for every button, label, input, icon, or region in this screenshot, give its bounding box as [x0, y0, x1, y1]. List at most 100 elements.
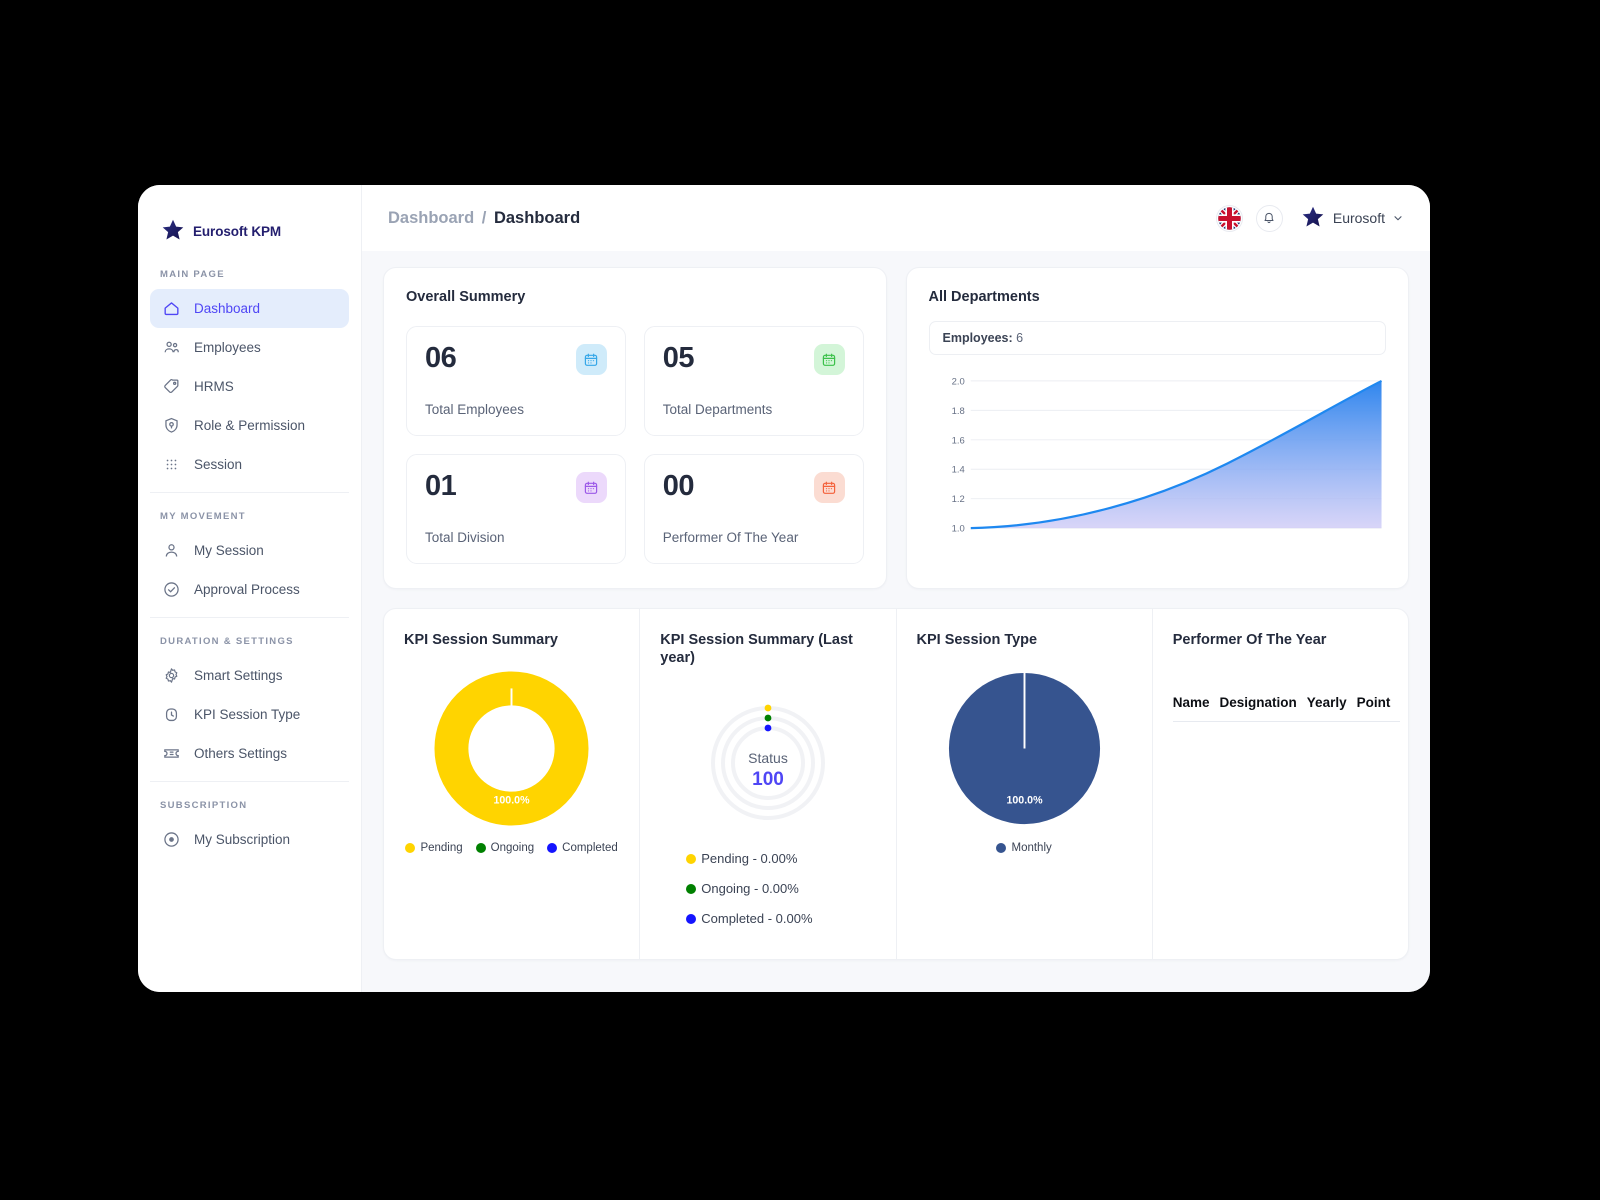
- topbar: Dashboard / Dashboard Eurosoft: [362, 185, 1430, 251]
- all-departments-card: All Departments Employees: 6 2.0 1.8 1.6…: [905, 267, 1409, 589]
- kpi-session-summary-last-year-title: KPI Session Summary (Last year): [660, 632, 853, 667]
- grid-dots-icon: [166, 459, 177, 470]
- stat-card-total-departments[interactable]: 05 Total Departments: [643, 326, 864, 436]
- users-icon: [164, 341, 179, 353]
- legend-item: Completed: [547, 842, 618, 854]
- sidebar-item-session[interactable]: Session: [150, 445, 349, 484]
- stat-value: 00: [662, 470, 695, 502]
- user-icon: [165, 544, 178, 557]
- radial-dot-completed: [764, 724, 772, 732]
- legend-item: Ongoing - 0.00%: [686, 881, 875, 896]
- sidebar-item-my-subscription[interactable]: My Subscription: [150, 820, 349, 859]
- kpi-session-summary-last-year-panel: KPI Session Summary (Last year) Status 1…: [640, 609, 897, 959]
- sidebar-item-employees[interactable]: Employees: [150, 328, 349, 367]
- stat-grid: 06 Total Employees 05 Total Departments …: [406, 326, 864, 564]
- coin-icon: [164, 832, 179, 847]
- sidebar-item-smart-settings[interactable]: Smart Settings: [150, 656, 349, 695]
- all-departments-title: All Departments: [928, 289, 1040, 305]
- chevron-down-icon: [1394, 216, 1402, 221]
- kpi-last-year-radial-chart: Status 100: [660, 683, 875, 833]
- sidebar-section-main-page: MAIN PAGE: [160, 269, 225, 280]
- svg-text:1.4: 1.4: [951, 465, 964, 476]
- svg-text:1.0: 1.0: [951, 524, 964, 535]
- clock-icon: [165, 708, 178, 722]
- summary-row: Overall Summery 06 Total Employees 05 To…: [383, 267, 1409, 589]
- sidebar-section-my-movement: MY MOVEMENT: [160, 511, 246, 522]
- breadcrumb-separator: /: [481, 208, 487, 227]
- shield-check-icon: [165, 417, 178, 433]
- sidebar-section-subscription: SUBSCRIPTION: [160, 800, 248, 811]
- sidebar-item-hrms[interactable]: HRMS: [150, 367, 349, 406]
- calendar-icon: [813, 344, 845, 375]
- calendar-icon: [575, 344, 607, 375]
- breadcrumb: Dashboard / Dashboard: [388, 209, 580, 228]
- sidebar-section-duration-settings: DURATION & SETTINGS: [160, 636, 294, 647]
- user-menu[interactable]: Eurosoft: [1300, 205, 1404, 231]
- gear-icon: [165, 668, 178, 683]
- radial-dot-ongoing: [764, 714, 772, 722]
- kpi-session-type-title: KPI Session Type: [916, 632, 1038, 648]
- kpi-session-summary-panel: KPI Session Summary 100.0% Pending Ongoi…: [384, 609, 641, 959]
- calendar-icon: [575, 472, 607, 503]
- sidebar-item-label: Dashboard: [194, 301, 261, 316]
- svg-text:1.2: 1.2: [951, 494, 964, 505]
- brand-name: Eurosoft KPM: [193, 223, 282, 239]
- stat-label: Total Employees: [425, 402, 525, 417]
- stat-value: 05: [662, 342, 695, 374]
- sidebar-item-role-permission[interactable]: Role & Permission: [150, 406, 349, 445]
- stat-label: Performer Of The Year: [662, 530, 799, 545]
- legend-swatch: [996, 843, 1007, 854]
- stat-value: 01: [425, 470, 457, 502]
- legend-item: Monthly: [996, 842, 1052, 855]
- column-header-yearly: Yearly: [1306, 695, 1357, 723]
- sidebar-item-approval-process[interactable]: Approval Process: [150, 570, 349, 609]
- employees-badge-value: 6: [1016, 331, 1024, 345]
- stat-value: 06: [425, 342, 457, 374]
- star-icon: [1302, 206, 1324, 227]
- sidebar-item-label: My Subscription: [194, 832, 291, 847]
- sidebar-item-kpi-session-type[interactable]: KPI Session Type: [150, 695, 349, 734]
- sidebar-item-label: Employees: [194, 340, 261, 355]
- svg-text:2.0: 2.0: [951, 376, 964, 387]
- performer-of-the-year-title: Performer Of The Year: [1172, 632, 1327, 648]
- sidebar: Eurosoft KPM MAIN PAGE Dashboard Employe…: [138, 185, 362, 992]
- check-circle-icon: [164, 582, 179, 597]
- legend-swatch: [686, 853, 697, 864]
- legend-label: Pending - 0.00%: [701, 851, 798, 867]
- radial-center-value: 100: [752, 769, 784, 790]
- sidebar-item-others-settings[interactable]: Others Settings: [150, 734, 349, 773]
- kpi-last-year-legend: Pending - 0.00% Ongoing - 0.00% Complete…: [660, 851, 875, 926]
- breadcrumb-parent[interactable]: Dashboard: [388, 209, 474, 227]
- stat-label: Total Division: [425, 530, 505, 545]
- overall-summary-title: Overall Summery: [406, 289, 526, 305]
- language-switcher-button[interactable]: [1215, 204, 1243, 232]
- kpi-session-type-legend: Monthly: [917, 842, 1132, 854]
- stat-card-performer-of-the-year[interactable]: 00 Performer Of The Year: [643, 454, 864, 564]
- app-window: Eurosoft KPM MAIN PAGE Dashboard Employe…: [138, 185, 1430, 992]
- performer-table: Name Designation Yearly Point: [1172, 695, 1401, 723]
- notifications-button[interactable]: [1255, 204, 1283, 232]
- tag-icon: [164, 379, 179, 394]
- legend-label: Monthly: [1011, 842, 1052, 855]
- column-header-designation: Designation: [1219, 695, 1307, 723]
- uk-flag-icon: [1218, 206, 1241, 230]
- stat-card-total-division[interactable]: 01 Total Division: [406, 454, 626, 564]
- svg-text:1.8: 1.8: [951, 406, 964, 417]
- bell-icon: [1264, 212, 1274, 224]
- employees-badge: Employees: 6: [928, 321, 1386, 355]
- kpi-session-summary-title: KPI Session Summary: [404, 632, 558, 648]
- radial-dot-pending: [764, 704, 772, 712]
- employees-badge-label: Employees:: [942, 331, 1013, 345]
- sidebar-item-my-session[interactable]: My Session: [150, 531, 349, 570]
- table-header-row: Name Designation Yearly Point: [1172, 695, 1401, 723]
- sidebar-item-dashboard[interactable]: Dashboard: [150, 289, 349, 328]
- brand-logo[interactable]: Eurosoft KPM: [138, 185, 361, 251]
- legend-item: Pending: [405, 842, 463, 855]
- stat-card-total-employees[interactable]: 06 Total Employees: [406, 326, 626, 436]
- legend-swatch: [405, 843, 416, 854]
- kpi-session-type-panel: KPI Session Type 100.0% Monthly: [897, 609, 1153, 959]
- sidebar-item-label: Others Settings: [194, 746, 288, 761]
- legend-label: Pending: [420, 842, 463, 855]
- legend-label: Ongoing: [490, 842, 535, 855]
- user-name: Eurosoft: [1332, 210, 1385, 226]
